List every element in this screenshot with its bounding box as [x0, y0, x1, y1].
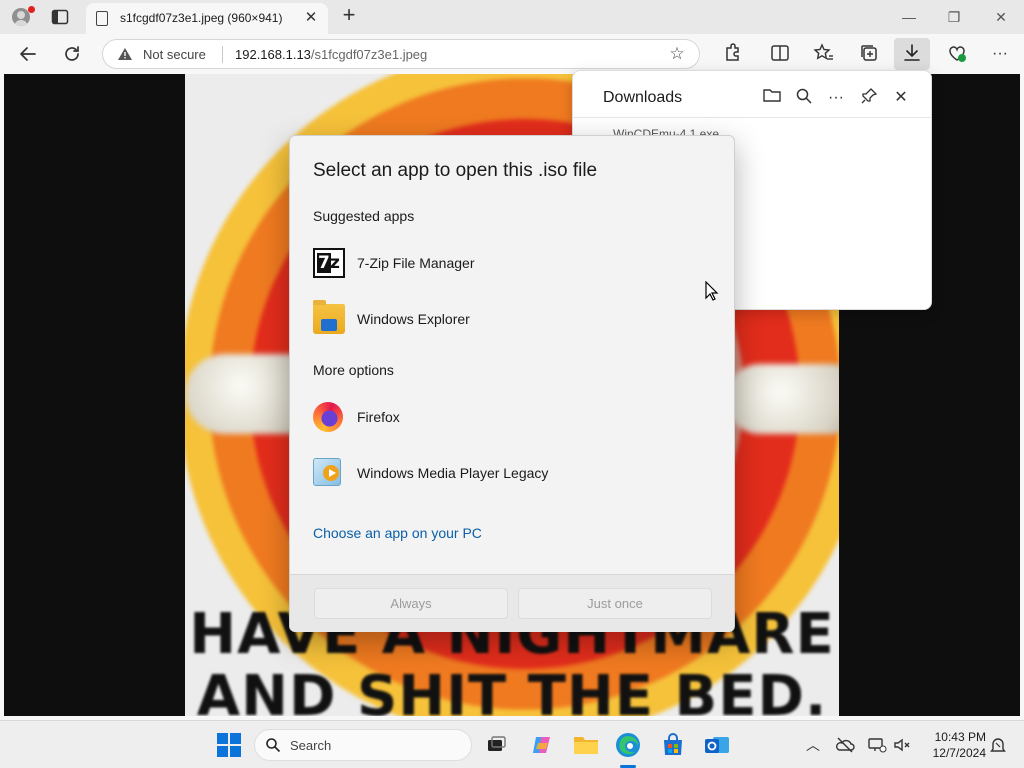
minimize-icon[interactable]: — [898, 6, 920, 28]
folder-icon [313, 300, 345, 334]
address-divider [222, 46, 223, 63]
task-view-icon[interactable] [482, 731, 510, 759]
media-player-icon [313, 458, 341, 486]
notifications-icon[interactable] [988, 735, 1008, 755]
page-icon [96, 11, 108, 26]
show-hidden-icons-chevron-icon[interactable]: ︿ [803, 735, 823, 755]
download-icon[interactable] [900, 42, 924, 66]
profile-button[interactable] [8, 5, 35, 29]
network-icon[interactable] [867, 735, 887, 755]
browser-toolbar: Not secure 192.168.1.13/s1fcgdf07z3e1.jp… [0, 34, 1024, 74]
refresh-icon[interactable] [60, 42, 84, 66]
split-screen-icon[interactable] [768, 42, 792, 66]
app-label: Windows Explorer [357, 311, 470, 327]
downloads-divider [573, 117, 931, 118]
store-icon[interactable] [659, 731, 687, 759]
app-label: 7-Zip File Manager [357, 255, 475, 271]
just-once-button[interactable]: Just once [518, 588, 712, 619]
clock-date: 12/7/2024 [932, 746, 986, 760]
firefox-icon [313, 402, 343, 432]
more-menu-icon[interactable]: ··· [988, 42, 1012, 66]
url-text[interactable]: 192.168.1.13/s1fcgdf07z3e1.jpeg [235, 47, 427, 62]
onedrive-icon[interactable] [835, 735, 855, 755]
volume-icon[interactable] [892, 735, 912, 755]
suggested-apps-label: Suggested apps [313, 208, 415, 224]
taskbar-search[interactable]: Search [254, 729, 472, 761]
taskbar: Search ︿ 10:43 PM 12/7/2024 [0, 720, 1024, 768]
clock-time: 10:43 PM [934, 730, 986, 744]
url-host: 192.168.1.13 [235, 47, 311, 62]
back-icon[interactable] [16, 42, 40, 66]
tab-close-icon[interactable]: ✕ [302, 9, 320, 27]
cloud-right [725, 364, 839, 434]
outlook-icon[interactable] [703, 731, 731, 759]
address-bar[interactable]: Not secure 192.168.1.13/s1fcgdf07z3e1.jp… [102, 39, 700, 69]
open-with-dialog: Select an app to open this .iso file Sug… [289, 135, 735, 632]
file-explorer-icon[interactable] [572, 731, 600, 759]
search-downloads-icon[interactable] [793, 87, 815, 109]
notification-dot [28, 6, 35, 13]
search-placeholder: Search [290, 738, 332, 753]
close-window-icon[interactable]: ✕ [990, 6, 1012, 28]
close-downloads-icon[interactable]: ✕ [890, 87, 912, 109]
dialog-footer: Always Just once [290, 574, 734, 632]
browser-essentials-icon[interactable] [945, 42, 969, 66]
app-label: Firefox [357, 409, 400, 425]
edge-icon[interactable] [614, 731, 642, 759]
tab-active[interactable]: s1fcgdf07z3e1.jpeg (960×941) ✕ [86, 3, 328, 34]
tab-strip: s1fcgdf07z3e1.jpeg (960×941) ✕ + — ❐ ✕ [0, 0, 1024, 34]
app-option-media-player[interactable]: Windows Media Player Legacy [290, 446, 734, 500]
app-option-7zip[interactable]: 7z 7-Zip File Manager [290, 236, 734, 290]
favorite-star-icon[interactable]: ☆ [667, 44, 687, 64]
always-button[interactable]: Always [314, 588, 508, 619]
clock[interactable]: 10:43 PM 12/7/2024 [916, 729, 986, 761]
start-icon[interactable] [215, 731, 243, 759]
copilot-icon[interactable] [528, 731, 556, 759]
app-option-windows-explorer[interactable]: Windows Explorer [290, 292, 734, 346]
mouse-cursor-icon [705, 280, 719, 301]
security-status[interactable]: Not secure [143, 47, 206, 62]
downloads-more-icon[interactable]: ··· [825, 87, 847, 109]
app-option-firefox[interactable]: Firefox [290, 390, 734, 444]
search-icon [265, 737, 281, 753]
tab-actions-icon[interactable] [50, 7, 70, 27]
app-label: Windows Media Player Legacy [357, 465, 549, 481]
downloads-title: Downloads [603, 89, 683, 106]
favorites-icon[interactable] [812, 42, 836, 66]
extensions-icon[interactable] [720, 42, 744, 66]
restore-icon[interactable]: ❐ [943, 6, 965, 28]
more-options-label: More options [313, 362, 394, 378]
url-path: /s1fcgdf07z3e1.jpeg [310, 47, 428, 62]
collections-icon[interactable] [857, 42, 881, 66]
dialog-title: Select an app to open this .iso file [313, 160, 598, 181]
open-folder-icon[interactable] [761, 87, 783, 109]
meme-caption-line2: AND SHIT THE BED. [196, 664, 828, 716]
warning-icon[interactable] [117, 47, 133, 61]
7zip-icon: 7z [313, 248, 345, 278]
pin-icon[interactable] [858, 87, 880, 109]
new-tab-button[interactable]: + [338, 4, 360, 27]
tab-title: s1fcgdf07z3e1.jpeg (960×941) [120, 11, 283, 25]
choose-app-link[interactable]: Choose an app on your PC [313, 525, 482, 541]
